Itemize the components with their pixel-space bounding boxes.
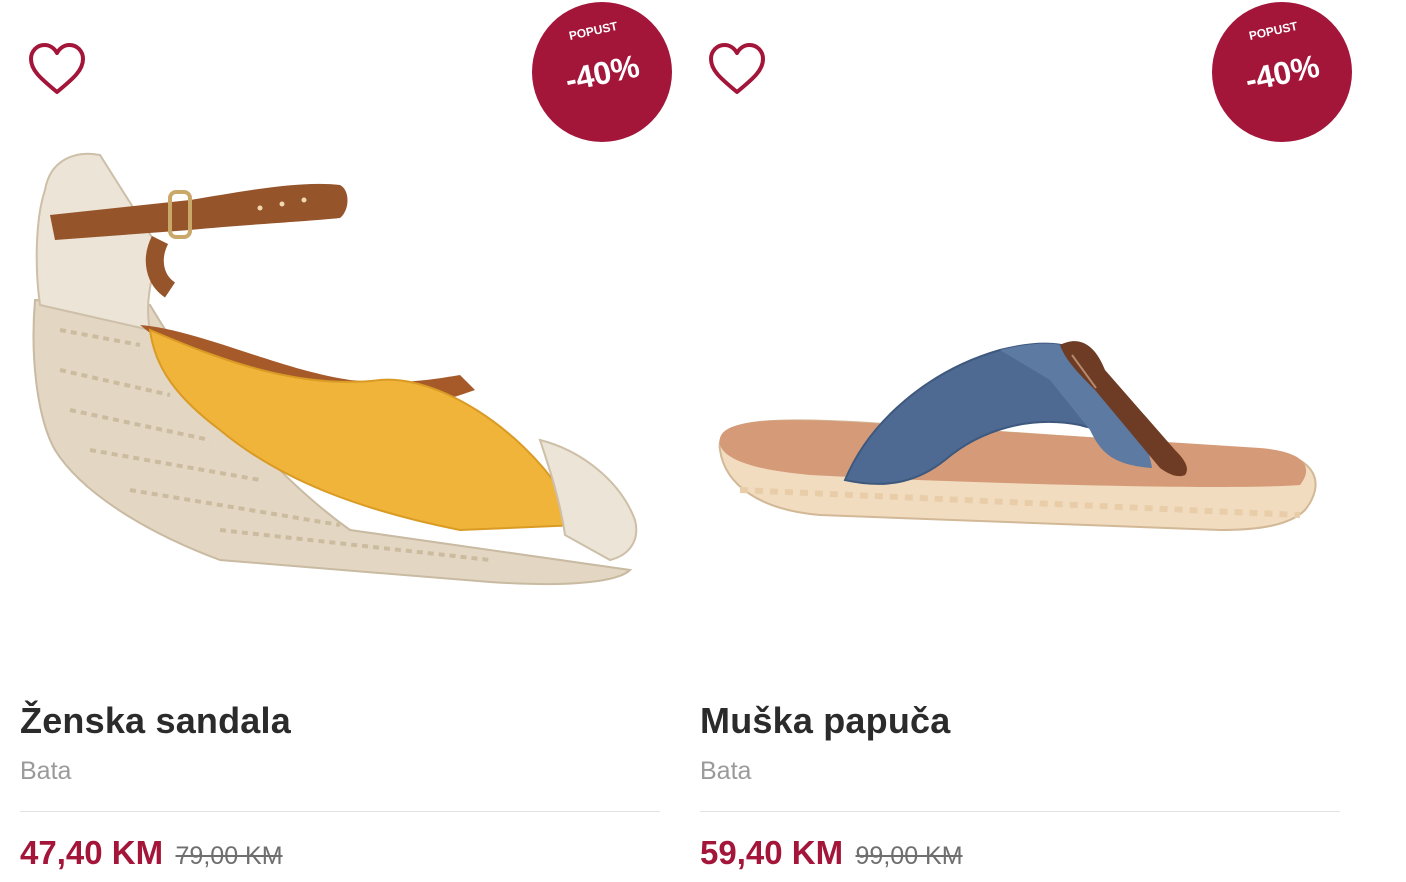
- current-price: 59,40 KM: [700, 834, 844, 871]
- badge-discount: -40%: [562, 48, 643, 99]
- product-card[interactable]: POPUST -40% Ženska sandala Bata 47,40 KM…: [20, 0, 672, 882]
- old-price: 99,00 KM: [855, 842, 963, 870]
- product-grid: POPUST -40% Ženska sandala Bata 47,40 KM…: [0, 0, 1406, 882]
- price-row: 59,40 KM 99,00 KM: [700, 834, 963, 872]
- discount-badge: POPUST -40%: [532, 2, 672, 142]
- current-price: 47,40 KM: [20, 834, 164, 871]
- price-row: 47,40 KM 79,00 KM: [20, 834, 283, 872]
- heart-icon[interactable]: [708, 42, 766, 96]
- product-brand: Bata: [700, 757, 752, 785]
- divider: [700, 811, 1340, 812]
- heart-icon[interactable]: [28, 42, 86, 96]
- old-price: 79,00 KM: [175, 842, 283, 870]
- product-image[interactable]: [20, 130, 660, 610]
- product-image[interactable]: [700, 130, 1340, 610]
- product-title[interactable]: Ženska sandala: [20, 700, 291, 742]
- discount-badge: POPUST -40%: [1212, 2, 1352, 142]
- badge-label: POPUST: [1248, 19, 1300, 43]
- product-title[interactable]: Muška papuča: [700, 700, 950, 742]
- divider: [20, 811, 660, 812]
- product-brand: Bata: [20, 757, 72, 785]
- badge-label: POPUST: [568, 19, 620, 43]
- badge-discount: -40%: [1242, 48, 1323, 99]
- product-card[interactable]: POPUST -40% Muška papuča Bata 59,40 KM 9…: [700, 0, 1352, 882]
